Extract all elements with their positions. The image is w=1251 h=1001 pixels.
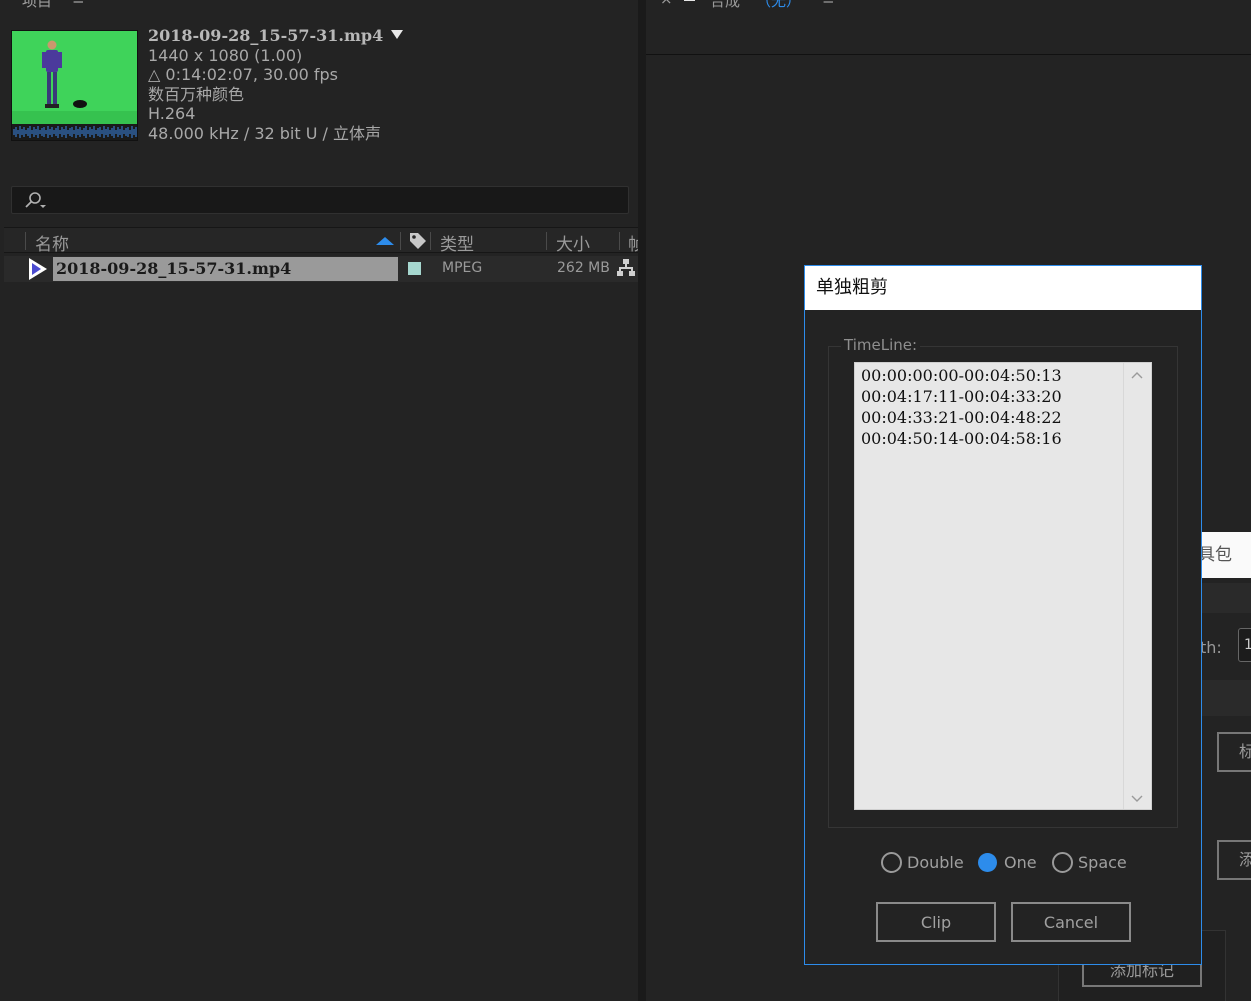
- plugin-section-band: [1200, 680, 1251, 716]
- radio-label[interactable]: One: [1004, 851, 1037, 875]
- plugin-button[interactable]: 标: [1217, 732, 1251, 772]
- footage-info: 2018-09-28_15-57-31.mp4 1440 x 1080 (1.0…: [148, 26, 404, 143]
- list-item[interactable]: 00:04:50:14-00:04:58:16: [861, 428, 1062, 449]
- close-icon[interactable]: ×: [660, 0, 673, 8]
- column-separator[interactable]: [400, 232, 401, 250]
- column-header-row: 名称 类型 大小 帧: [4, 227, 638, 255]
- label-color-swatch[interactable]: [408, 262, 421, 275]
- radio-selected-icon[interactable]: [978, 853, 997, 872]
- column-separator[interactable]: [25, 232, 26, 250]
- timeline-group-label: TimeLine:: [841, 336, 921, 354]
- row-type-cell: MPEG: [442, 260, 483, 276]
- footage-thumbnail: [11, 30, 138, 141]
- project-panel-title[interactable]: 项目: [22, 0, 52, 11]
- composition-tab-value[interactable]: （无）: [756, 0, 801, 11]
- waveform-icon: [13, 126, 137, 138]
- clip-button[interactable]: Clip: [876, 902, 996, 942]
- timeline-items: 00:00:00:00-00:04:50:13 00:04:17:11-00:0…: [861, 365, 1062, 449]
- column-separator[interactable]: [430, 232, 431, 250]
- chevron-down-icon[interactable]: [1131, 795, 1143, 803]
- bag-shape: [73, 100, 87, 108]
- length-input[interactable]: 1: [1238, 628, 1251, 662]
- composition-tab-bar: × 合成 （无） ≡: [646, 0, 1251, 55]
- vertical-scrollbar[interactable]: [1123, 363, 1151, 809]
- chevron-up-icon[interactable]: [1131, 371, 1143, 379]
- label-tag-icon[interactable]: [409, 232, 427, 250]
- video-file-icon: [27, 258, 49, 280]
- dialog-title: 单独粗剪: [805, 266, 1201, 310]
- audio-waveform: [12, 124, 137, 140]
- radio-label[interactable]: Double: [907, 851, 964, 875]
- project-panel-header: 项目 ≡: [0, 0, 638, 12]
- column-separator[interactable]: [619, 232, 620, 250]
- panel-menu-icon[interactable]: ≡: [822, 0, 835, 8]
- thumbnail-floor: [12, 111, 137, 125]
- radio-label[interactable]: Space: [1078, 851, 1127, 875]
- column-separator[interactable]: [546, 232, 547, 250]
- timeline-listbox[interactable]: 00:00:00:00-00:04:50:13 00:04:17:11-00:0…: [854, 362, 1152, 810]
- lock-icon[interactable]: [684, 0, 695, 1]
- project-search-input[interactable]: [11, 186, 629, 214]
- column-header-name[interactable]: 名称: [35, 230, 69, 255]
- list-item[interactable]: 00:04:17:11-00:04:33:20: [861, 386, 1062, 407]
- table-row[interactable]: 2018-09-28_15-57-31.mp4 MPEG 262 MB: [4, 256, 638, 282]
- footage-resolution: 1440 x 1080 (1.00): [148, 45, 303, 65]
- footage-codec: H.264: [148, 104, 196, 123]
- cancel-button[interactable]: Cancel: [1011, 902, 1131, 942]
- column-header-size[interactable]: 大小: [556, 230, 590, 255]
- radio-circle-icon[interactable]: [881, 852, 902, 873]
- person-figure: [42, 40, 62, 108]
- sort-ascending-icon[interactable]: [376, 237, 394, 245]
- radio-circle-icon[interactable]: [1052, 852, 1073, 873]
- plugin-button[interactable]: 添: [1217, 840, 1251, 880]
- list-item[interactable]: 00:04:33:21-00:04:48:22: [861, 407, 1062, 428]
- composition-tab-title[interactable]: 合成: [710, 0, 740, 11]
- project-panel: 项目 ≡: [0, 0, 638, 1001]
- footage-duration: △ 0:14:02:07, 30.00 fps: [148, 65, 339, 84]
- length-label: th:: [1200, 638, 1222, 657]
- row-name-cell[interactable]: 2018-09-28_15-57-31.mp4: [53, 257, 398, 281]
- flowchart-icon[interactable]: [616, 258, 636, 278]
- list-item[interactable]: 00:00:00:00-00:04:50:13: [861, 365, 1062, 386]
- column-header-type[interactable]: 类型: [440, 230, 474, 255]
- row-size-cell: 262 MB: [557, 260, 610, 276]
- footage-audio: 48.000 kHz / 32 bit U / 立体声: [148, 123, 382, 143]
- search-icon[interactable]: [22, 191, 48, 211]
- plugin-section-band: [1200, 583, 1251, 613]
- footage-colors: 数百万种颜色: [148, 84, 245, 104]
- panel-menu-icon[interactable]: ≡: [72, 0, 85, 8]
- panel-divider[interactable]: [638, 0, 646, 1001]
- dropdown-triangle-icon[interactable]: [391, 30, 404, 39]
- column-header-extra[interactable]: 帧: [628, 230, 638, 255]
- rough-cut-dialog: 单独粗剪 TimeLine: 00:00:00:00-00:04:50:13 0…: [804, 265, 1202, 965]
- footage-name: 2018-09-28_15-57-31.mp4: [148, 26, 384, 45]
